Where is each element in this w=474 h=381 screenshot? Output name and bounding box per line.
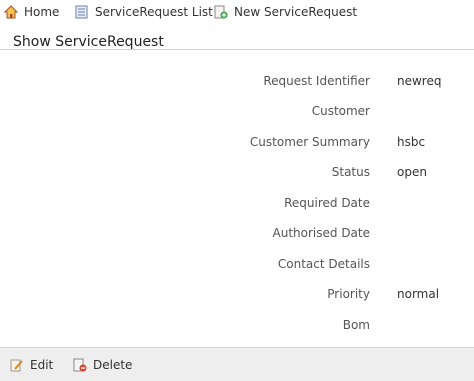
field-value: normal: [397, 287, 440, 301]
nav-new-label: New ServiceRequest: [234, 5, 358, 19]
field-label: Customer: [311, 104, 370, 118]
field-value: newreq: [397, 74, 442, 88]
field-status: Status open: [0, 165, 474, 185]
field-label: Priority: [327, 287, 370, 301]
field-bom: Bom: [0, 318, 474, 338]
page-title: Show ServiceRequest: [13, 34, 164, 50]
top-nav: Home ServiceRequest List New ServiceRequ…: [0, 0, 474, 24]
field-required-date: Required Date: [0, 196, 474, 216]
field-label: Contact Details: [277, 257, 370, 271]
field-value: open: [397, 165, 427, 179]
nav-new-link[interactable]: New ServiceRequest: [214, 4, 357, 20]
nav-list-label: ServiceRequest List: [95, 5, 213, 19]
delete-icon: [73, 358, 87, 372]
field-label: Authorised Date: [272, 226, 370, 240]
delete-button[interactable]: Delete: [73, 358, 132, 372]
field-label: Status: [331, 165, 370, 179]
field-label: Customer Summary: [249, 135, 370, 149]
field-value: hsbc: [397, 135, 426, 149]
edit-icon: [10, 358, 24, 372]
nav-list-link[interactable]: ServiceRequest List: [75, 4, 213, 20]
edit-label: Edit: [30, 358, 54, 372]
list-icon: [75, 5, 89, 19]
nav-home-link[interactable]: Home: [3, 4, 60, 20]
field-request-identifier: Request Identifier newreq: [0, 74, 474, 94]
nav-home-label: Home: [24, 5, 60, 19]
home-icon: [3, 5, 19, 19]
field-authorised-date: Authorised Date: [0, 226, 474, 246]
delete-label: Delete: [93, 358, 133, 372]
new-document-icon: [214, 5, 228, 19]
field-customer-summary: Customer Summary hsbc: [0, 135, 474, 155]
field-label: Required Date: [284, 196, 370, 210]
action-bar: Edit Delete: [0, 347, 474, 381]
field-label: Request Identifier: [263, 74, 370, 88]
field-label: Bom: [342, 318, 370, 332]
field-priority: Priority normal: [0, 287, 474, 307]
field-customer: Customer: [0, 104, 474, 124]
edit-button[interactable]: Edit: [10, 358, 53, 372]
field-contact-details: Contact Details: [0, 257, 474, 277]
title-bar: Show ServiceRequest: [0, 28, 474, 50]
